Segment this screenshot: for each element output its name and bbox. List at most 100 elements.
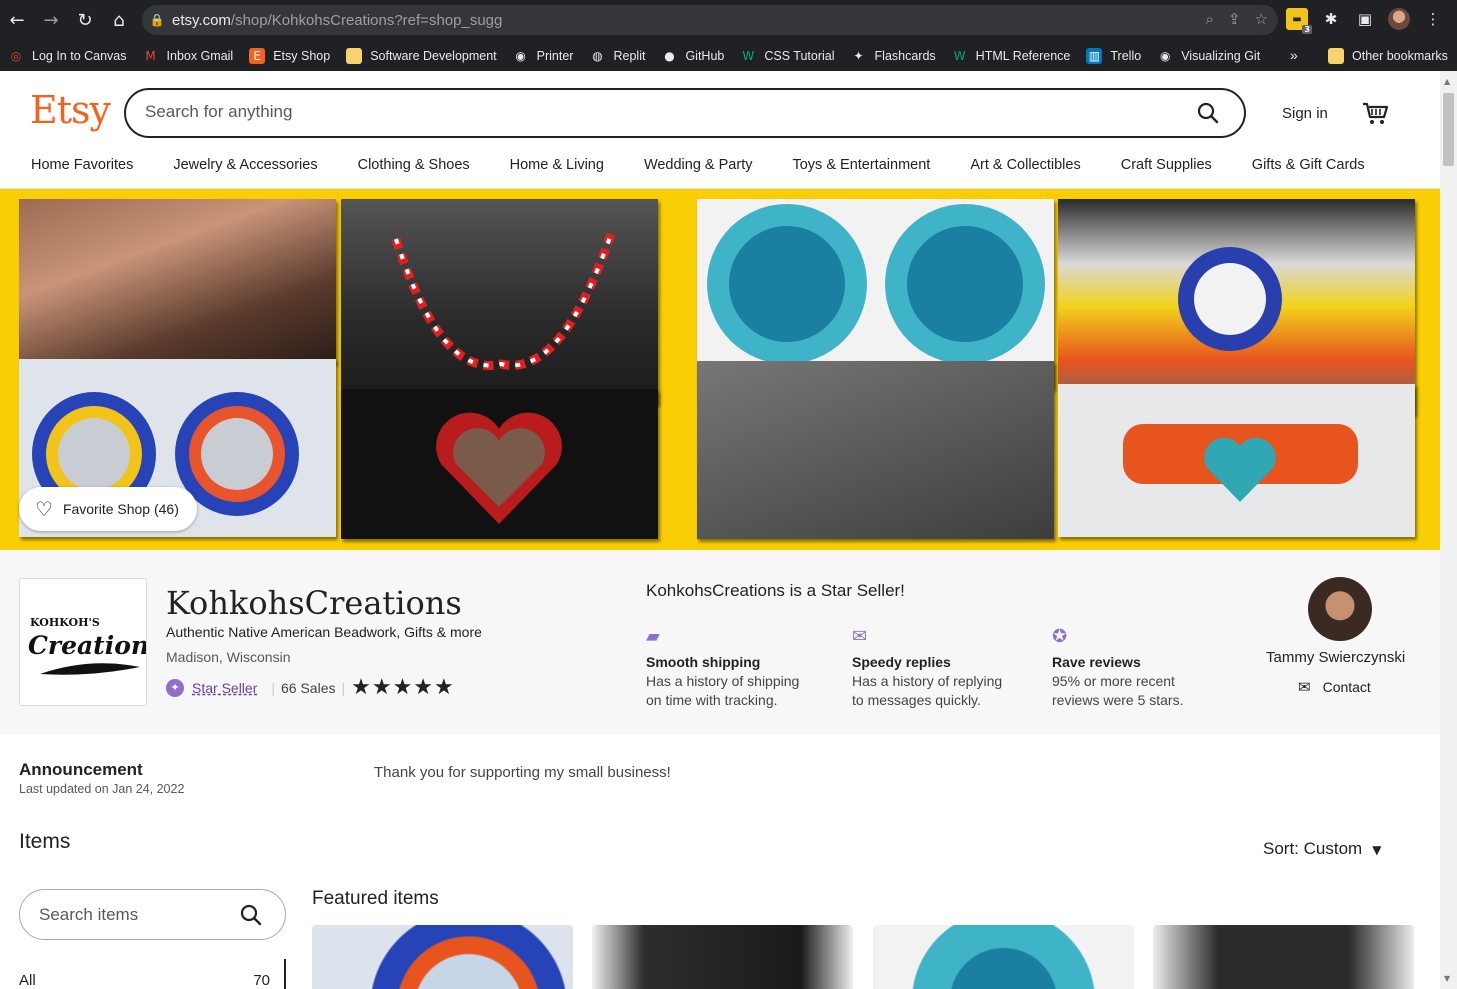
active-section-indicator: [284, 959, 286, 989]
other-bookmarks[interactable]: Other bookmarks: [1320, 40, 1456, 71]
lock-icon: 🔒: [149, 13, 165, 27]
bookmark-label: Replit: [613, 48, 646, 63]
featured-item-thumb[interactable]: [1153, 925, 1414, 989]
search-icon[interactable]: [239, 903, 263, 927]
puzzle-icon[interactable]: ✱: [1320, 8, 1342, 30]
owner-avatar[interactable]: [1308, 577, 1372, 641]
bookmark-item[interactable]: W HTML Reference: [944, 40, 1079, 71]
extension-badge: 3: [1302, 25, 1312, 34]
back-icon[interactable]: ←: [0, 0, 34, 40]
perk-desc: 95% or more recent reviews were 5 stars.: [1052, 672, 1242, 710]
heart-pendant-illustration: [436, 412, 562, 524]
search-items-input[interactable]: [39, 905, 229, 925]
extension-icon[interactable]: ▬ 3: [1286, 8, 1312, 34]
medallion-earring-illustration: [1178, 247, 1282, 351]
bookmarks-bar: ◎ Log In to Canvas M Inbox Gmail E Etsy Shop S…: [0, 40, 1457, 71]
folder-icon: [1328, 47, 1344, 64]
bookmark-item[interactable]: ◍ Replit: [581, 40, 653, 71]
home-icon[interactable]: ⌂: [102, 0, 136, 40]
bookmark-item[interactable]: ✦ Flashcards: [843, 40, 944, 71]
trello-icon: ▥: [1086, 47, 1103, 64]
url-text[interactable]: etsy.com/shop/KohkohsCreations?ref=shop_…: [172, 12, 502, 29]
featured-item-thumb[interactable]: [312, 925, 573, 989]
announcement-text: Thank you for supporting my small busine…: [374, 764, 671, 781]
address-bar[interactable]: 🔒 etsy.com/shop/KohkohsCreations?ref=sho…: [142, 5, 1278, 35]
rating-stars[interactable]: ★★★★★: [351, 675, 455, 700]
bookmarks-overflow[interactable]: »: [1290, 40, 1298, 71]
category-link[interactable]: Wedding & Party: [644, 157, 753, 173]
sort-dropdown[interactable]: Sort: Custom ▼: [1263, 839, 1381, 859]
perk-rave-reviews: ✪ Rave reviews 95% or more recent reviews…: [1052, 626, 1242, 710]
scroll-down-icon[interactable]: ▼: [1444, 974, 1450, 983]
perk-speedy-replies: ✉ Speedy replies Has a history of replyi…: [852, 626, 1042, 710]
perk-title: Rave reviews: [1052, 654, 1141, 670]
category-link[interactable]: Art & Collectibles: [970, 157, 1080, 173]
bookmark-label: GitHub: [685, 48, 725, 63]
category-link[interactable]: Craft Supplies: [1121, 157, 1212, 173]
etsy-logo[interactable]: Etsy: [30, 88, 111, 132]
sort-label: Sort: Custom: [1263, 839, 1363, 858]
category-nav: Home Favorites Jewelry & Accessories Cloth…: [31, 157, 1405, 173]
category-link[interactable]: Gifts & Gift Cards: [1252, 157, 1365, 173]
category-link[interactable]: Home & Living: [510, 157, 604, 173]
bookmark-item[interactable]: ▥ Trello: [1078, 40, 1149, 71]
banner-photo-choker: [19, 199, 336, 363]
search-icon[interactable]: [1196, 101, 1220, 125]
bookmark-item[interactable]: ◉ Visualizing Git: [1149, 40, 1268, 71]
globe-icon: ◉: [515, 48, 526, 63]
gmail-icon: M: [145, 48, 156, 63]
reload-icon[interactable]: ↻: [68, 0, 102, 40]
featured-item-thumb[interactable]: [873, 925, 1134, 989]
sidepanel-icon[interactable]: ▣: [1354, 8, 1376, 30]
star-seller-link[interactable]: Star Seller: [192, 680, 257, 696]
perk-desc-line: 95% or more recent: [1052, 673, 1175, 689]
featured-item-thumb[interactable]: [592, 925, 853, 989]
replit-icon: ◍: [592, 48, 603, 63]
category-link[interactable]: Jewelry & Accessories: [173, 157, 317, 173]
bookmark-label: Software Development: [370, 48, 497, 63]
shop-logo[interactable]: KOHKOH'S Creations: [19, 578, 163, 706]
scrollbar-thumb[interactable]: [1443, 93, 1454, 166]
canvas-icon: ◎: [10, 48, 22, 63]
item-search: [19, 889, 286, 940]
w3schools-icon: W: [953, 48, 966, 63]
star-seller-heading: KohkohsCreations is a Star Seller!: [646, 581, 905, 600]
owner-name[interactable]: Tammy Swierczynski: [1266, 649, 1405, 666]
category-link[interactable]: Clothing & Shoes: [358, 157, 470, 173]
menu-icon[interactable]: ⋮: [1422, 8, 1444, 30]
banner-photo-lanyard: [697, 361, 1054, 539]
site-search: [124, 88, 1246, 138]
heart-barrette-illustration: [1123, 424, 1358, 502]
bookmark-item[interactable]: ◉ Printer: [505, 40, 582, 71]
page-scrollbar[interactable]: ▲ ▼: [1440, 71, 1457, 989]
share-icon[interactable]: ⇪: [1228, 10, 1241, 28]
zoom-icon[interactable]: ⌕: [1206, 10, 1214, 28]
bookmark-star-icon[interactable]: ☆: [1255, 10, 1268, 28]
profile-avatar[interactable]: [1388, 8, 1410, 30]
scroll-up-icon[interactable]: ▲: [1444, 77, 1450, 86]
bookmark-item[interactable]: W CSS Tutorial: [732, 40, 842, 71]
bookmark-item[interactable]: Software Development: [338, 40, 504, 71]
bookmark-item[interactable]: ◎ Log In to Canvas: [0, 40, 135, 71]
bookmark-label: HTML Reference: [975, 48, 1071, 63]
category-link[interactable]: Home Favorites: [31, 157, 133, 173]
favorite-shop-button[interactable]: ♡ Favorite Shop (46): [19, 487, 197, 531]
bookmark-item[interactable]: E Etsy Shop: [241, 40, 338, 71]
globe-icon: ◉: [1159, 48, 1171, 63]
bookmark-item[interactable]: ● GitHub: [653, 40, 732, 71]
sign-in-link[interactable]: Sign in: [1282, 105, 1328, 122]
contact-button[interactable]: ✉ Contact: [1298, 678, 1371, 696]
category-link[interactable]: Toys & Entertainment: [792, 157, 930, 173]
star-seller-badge-icon: ✦: [166, 678, 184, 697]
section-all[interactable]: All 70: [19, 972, 286, 989]
cart-icon[interactable]: [1361, 99, 1389, 127]
perk-desc-line: on time with tracking.: [646, 692, 778, 708]
other-bookmarks-label: Other bookmarks: [1352, 48, 1448, 63]
search-input[interactable]: [145, 102, 1165, 122]
forward-icon[interactable]: →: [34, 0, 68, 40]
shop-location: Madison, Wisconsin: [166, 649, 291, 665]
shop-tagline: Authentic Native American Beadwork, Gift…: [166, 624, 482, 640]
bookmark-item[interactable]: M Inbox Gmail: [135, 40, 242, 71]
favorite-shop-label: Favorite Shop (46): [62, 501, 179, 517]
bookmark-label: Etsy Shop: [273, 48, 331, 63]
